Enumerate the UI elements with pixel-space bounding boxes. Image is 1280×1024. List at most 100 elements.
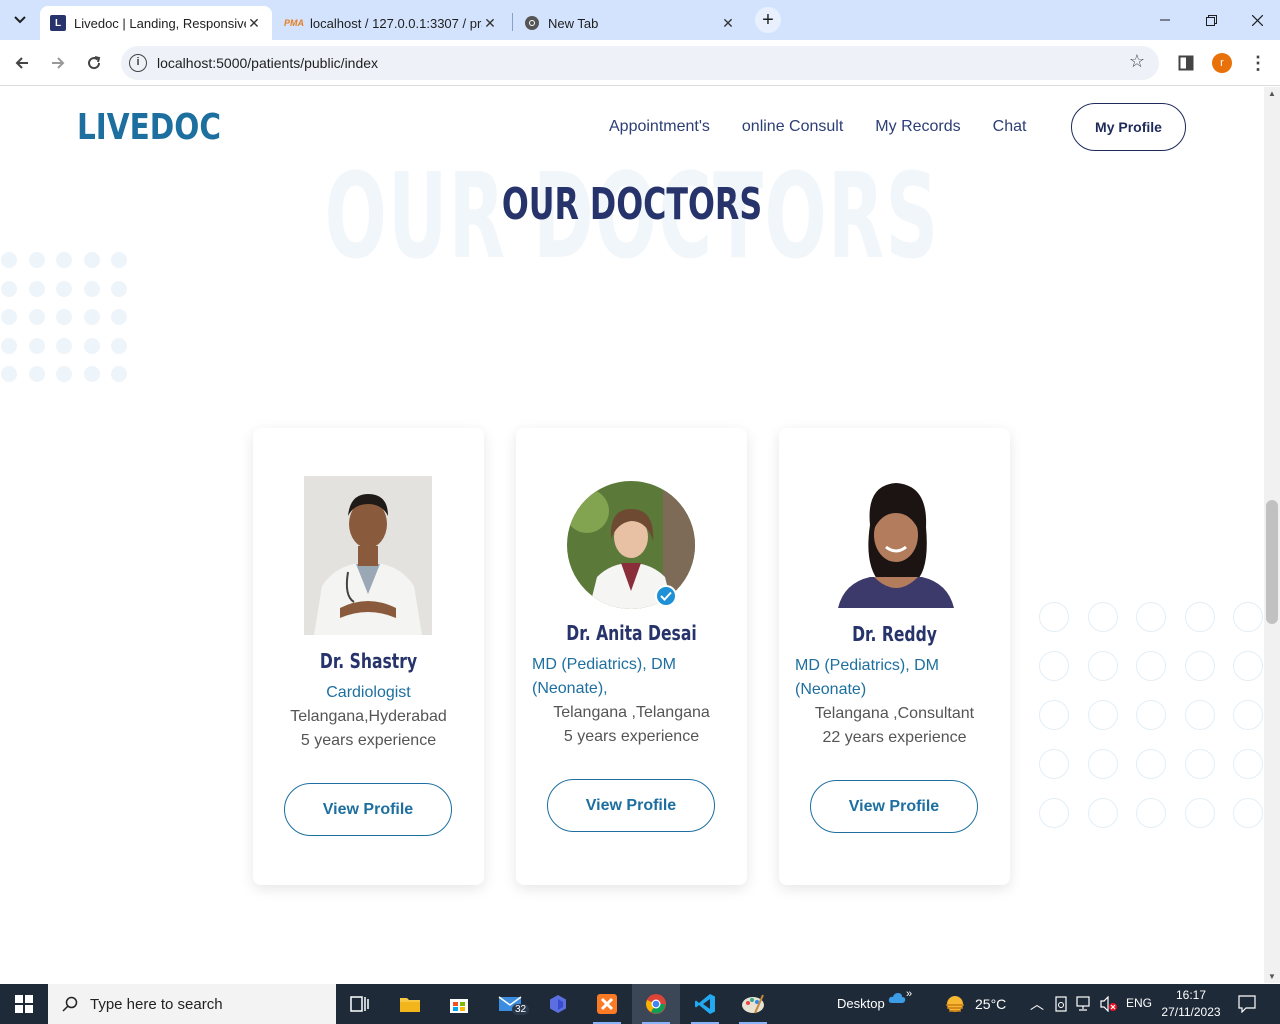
doctor-specialty: Cardiologist — [326, 684, 411, 701]
my-profile-button[interactable]: My Profile — [1071, 103, 1186, 151]
decorative-dot — [28, 252, 45, 268]
speaker-muted-icon[interactable] — [1100, 996, 1118, 1012]
decorative-dot — [56, 309, 72, 325]
decorative-dot — [56, 252, 72, 268]
decorative-dot — [83, 252, 100, 268]
taskbar-search-box[interactable]: Type here to search — [48, 984, 336, 1024]
new-tab-button[interactable]: + — [755, 7, 781, 33]
restore-button[interactable] — [1188, 0, 1234, 40]
device-icon[interactable] — [1054, 996, 1068, 1012]
scroll-up-arrow-icon[interactable]: ▲ — [1267, 89, 1277, 98]
bookmark-star-icon[interactable]: ☆ — [1129, 51, 1145, 72]
chevron-double-right-icon[interactable]: » — [906, 988, 912, 1000]
input-language[interactable]: ENG — [1126, 996, 1152, 1010]
close-icon[interactable]: ✕ — [246, 15, 262, 32]
decorative-ring — [1233, 749, 1263, 779]
scroll-down-arrow-icon[interactable]: ▼ — [1267, 972, 1277, 981]
side-panel-button[interactable] — [1174, 51, 1198, 75]
doctor-card: Dr. Reddy MD (Pediatrics), DM (Neonate) … — [779, 428, 1010, 885]
decorative-ring — [1184, 798, 1215, 828]
start-button[interactable] — [0, 984, 48, 1024]
arrow-left-icon — [15, 57, 28, 69]
close-icon[interactable]: ✕ — [482, 15, 498, 32]
store-button[interactable] — [435, 984, 483, 1024]
tab-livedoc[interactable]: L Livedoc | Landing, Responsive ✕ — [40, 6, 272, 40]
chrome-button[interactable] — [632, 984, 680, 1024]
decorative-ring-grid — [1039, 602, 1263, 828]
kebab-menu-icon: ⋮ — [1249, 52, 1267, 73]
nav-chat[interactable]: Chat — [993, 118, 1027, 136]
decorative-dot — [111, 309, 127, 325]
page-scrollbar[interactable]: ▲ ▼ — [1264, 87, 1280, 983]
window-close-button[interactable] — [1234, 0, 1280, 40]
minimize-button[interactable] — [1142, 0, 1188, 40]
doctor-photo — [567, 481, 695, 609]
power-automate-button[interactable] — [534, 984, 582, 1024]
scrollbar-thumb[interactable] — [1266, 500, 1278, 624]
address-bar[interactable]: i localhost:5000/patients/public/index ☆ — [121, 46, 1159, 80]
decorative-ring — [1233, 602, 1263, 632]
reload-button[interactable] — [80, 49, 108, 77]
clock-time: 16:17 — [1175, 988, 1207, 1002]
doctor-photo — [830, 475, 961, 608]
vscode-button[interactable] — [681, 984, 729, 1024]
notification-icon[interactable] — [1238, 995, 1256, 1013]
decorative-dot — [1, 309, 17, 325]
windows-logo-icon — [15, 995, 33, 1013]
site-info-icon[interactable]: i — [129, 54, 147, 72]
tab-divider — [512, 13, 513, 31]
view-profile-button[interactable]: View Profile — [810, 780, 978, 833]
back-button[interactable] — [8, 49, 36, 77]
decorative-ring — [1039, 749, 1069, 779]
decorative-ring — [1087, 700, 1118, 730]
site-logo[interactable]: LIVEDOC — [77, 107, 221, 148]
doctor-name: Dr. Anita Desai — [566, 621, 697, 645]
tab-title: localhost / 127.0.0.1:3307 / pra — [310, 15, 482, 31]
doctor-experience: 5 years experience — [300, 732, 437, 749]
desktop-toolbar-label[interactable]: Desktop — [837, 996, 885, 1011]
file-explorer-button[interactable] — [386, 984, 434, 1024]
decorative-dot — [1, 280, 17, 297]
weather-temperature[interactable]: 25°C — [975, 996, 1006, 1012]
mail-button[interactable]: 32 — [486, 984, 534, 1024]
decorative-ring — [1039, 602, 1069, 632]
xampp-icon — [597, 994, 617, 1014]
tab-search-button[interactable] — [6, 7, 34, 33]
forward-button[interactable] — [44, 49, 72, 77]
decorative-dot-grid — [1, 252, 127, 382]
view-profile-button[interactable]: View Profile — [284, 783, 452, 836]
decorative-dot — [111, 337, 127, 354]
doctor-card: Dr. Shastry Cardiologist Telangana,Hyder… — [253, 428, 484, 885]
view-profile-button[interactable]: View Profile — [547, 779, 715, 832]
restore-icon — [1205, 14, 1217, 26]
decorative-dot — [111, 280, 127, 297]
onedrive-cloud-icon[interactable] — [888, 992, 906, 1004]
decorative-dot — [83, 280, 100, 297]
decorative-dot — [83, 309, 100, 325]
doctor-name: Dr. Shastry — [319, 649, 418, 673]
clock-date: 27/11/2023 — [1161, 1005, 1221, 1019]
folder-icon — [400, 998, 420, 1012]
decorative-ring — [1087, 749, 1118, 779]
tab-phpmyadmin[interactable]: PMA localhost / 127.0.0.1:3307 / pra ✕ — [276, 6, 508, 40]
profile-avatar[interactable]: r — [1212, 53, 1232, 73]
chevron-up-icon[interactable]: ︿ — [1030, 994, 1044, 1014]
close-icon[interactable]: ✕ — [720, 15, 736, 32]
weather-sun-icon[interactable] — [943, 994, 967, 1014]
nav-online-consult[interactable]: online Consult — [742, 118, 843, 136]
chevron-down-icon — [14, 16, 26, 24]
nav-my-records[interactable]: My Records — [875, 118, 960, 136]
network-icon[interactable] — [1076, 996, 1094, 1012]
paint-button[interactable] — [729, 984, 777, 1024]
minimize-icon — [1160, 19, 1170, 21]
decorative-dot — [111, 366, 127, 382]
tab-new-tab[interactable]: New Tab ✕ — [514, 6, 746, 40]
xampp-button[interactable] — [583, 984, 631, 1024]
taskbar-clock[interactable]: 16:17 27/11/2023 — [1156, 987, 1226, 1021]
browser-menu-button[interactable]: ⋮ — [1246, 51, 1270, 75]
url-text[interactable]: localhost:5000/patients/public/index — [157, 55, 378, 71]
task-view-button[interactable] — [336, 984, 384, 1024]
decorative-dot — [111, 252, 127, 268]
nav-appointments[interactable]: Appointment's — [609, 118, 710, 136]
doctor-specialty: MD (Pediatrics), DM (Neonate), — [532, 656, 677, 697]
